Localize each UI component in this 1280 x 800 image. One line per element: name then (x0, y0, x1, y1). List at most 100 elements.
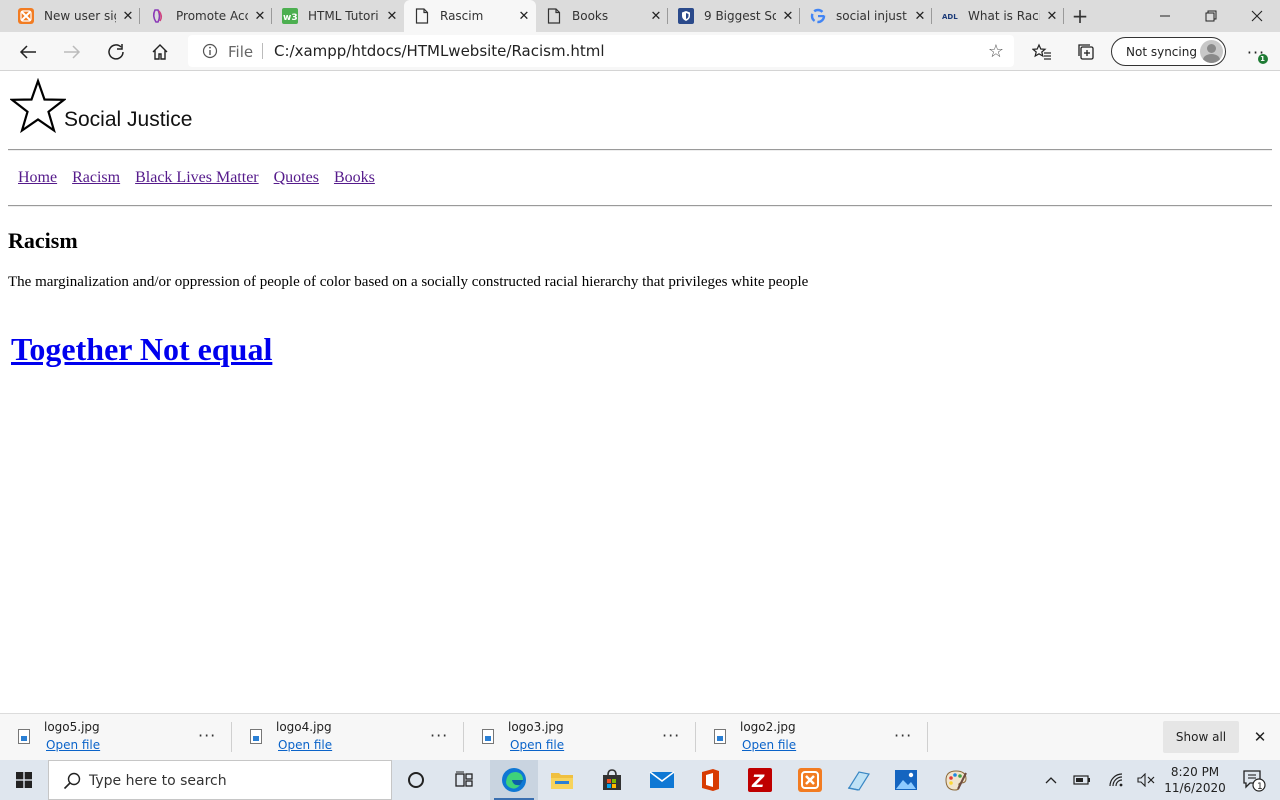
tab-close-icon[interactable]: ✕ (380, 4, 404, 28)
cortana-button[interactable] (392, 760, 440, 800)
shield-icon (678, 8, 694, 24)
refresh-icon (108, 44, 124, 60)
nav-link-home[interactable]: Home (18, 169, 57, 187)
system-clock[interactable]: 8:20 PM 11/6/2020 (1158, 764, 1232, 796)
taskbar-photos[interactable] (882, 760, 930, 800)
tab-title: New user sign (44, 9, 116, 23)
action-center-button[interactable]: 1 (1234, 760, 1274, 800)
volume-button[interactable] (1134, 760, 1158, 800)
tab-close-icon[interactable]: ✕ (776, 4, 800, 28)
info-icon[interactable] (202, 43, 218, 62)
start-button[interactable] (0, 760, 48, 800)
minimize-icon (1160, 15, 1170, 17)
new-tab-button[interactable]: + (1068, 4, 1092, 28)
profile-sync-button[interactable]: Not syncing (1111, 37, 1226, 66)
task-view-button[interactable] (440, 760, 488, 800)
download-more-icon[interactable]: ··· (662, 726, 680, 745)
show-hidden-icons-button[interactable] (1040, 760, 1062, 800)
nav-link-racism[interactable]: Racism (72, 169, 120, 187)
tab-html-tutorial[interactable]: w3 HTML Tutori ✕ (272, 0, 404, 32)
adl-icon: ADL (942, 8, 958, 24)
image-file-icon (482, 729, 494, 744)
refresh-button[interactable] (100, 36, 132, 68)
page-icon (414, 8, 430, 24)
add-favorite-star-icon[interactable]: ☆ (988, 41, 1004, 62)
tab-what-is-racism[interactable]: ADL What is Raci ✕ (932, 0, 1064, 32)
battery-button[interactable] (1070, 760, 1094, 800)
address-bar[interactable]: File C:/xampp/htdocs/HTMLwebsite/Racism.… (188, 35, 1014, 67)
tab-close-icon[interactable]: ✕ (644, 4, 668, 28)
taskbar-filezilla[interactable]: Z (736, 760, 784, 800)
download-bar: logo5.jpg Open file ··· logo4.jpg Open f… (0, 713, 1280, 760)
download-item[interactable]: logo2.jpg Open file ··· (696, 714, 928, 760)
download-item[interactable]: logo3.jpg Open file ··· (464, 714, 696, 760)
taskbar-paint[interactable] (932, 760, 980, 800)
nav-link-books[interactable]: Books (334, 169, 375, 187)
taskbar-file-explorer[interactable] (538, 760, 586, 800)
taskbar-mail[interactable] (638, 760, 686, 800)
tab-promote-account[interactable]: Promote Acc ✕ (140, 0, 272, 32)
cortana-circle-icon (408, 772, 424, 788)
favorites-button[interactable] (1026, 36, 1058, 68)
taskbar-notepad[interactable] (834, 760, 882, 800)
tab-close-icon[interactable]: ✕ (908, 4, 932, 28)
web-page: Social Justice Home Racism Black Lives M… (0, 71, 1280, 713)
download-item[interactable]: logo4.jpg Open file ··· (232, 714, 464, 760)
taskbar-search-box[interactable]: Type here to search (48, 760, 392, 800)
search-icon (63, 772, 81, 793)
taskbar-store[interactable] (588, 760, 636, 800)
close-window-button[interactable] (1234, 0, 1280, 32)
header-divider (8, 149, 1272, 151)
back-arrow-icon (19, 45, 36, 59)
url-text[interactable]: C:/xampp/htdocs/HTMLwebsite/Racism.html (274, 42, 605, 60)
open-file-link[interactable]: Open file (742, 738, 796, 752)
tab-books[interactable]: Books ✕ (536, 0, 668, 32)
download-item[interactable]: logo5.jpg Open file ··· (0, 714, 232, 760)
task-view-icon (455, 771, 473, 787)
download-more-icon[interactable]: ··· (894, 726, 912, 745)
nav-link-black-lives-matter[interactable]: Black Lives Matter (135, 169, 259, 187)
download-more-icon[interactable]: ··· (198, 726, 216, 745)
download-filename: logo2.jpg (740, 720, 796, 734)
show-all-downloads-button[interactable]: Show all (1163, 721, 1239, 753)
together-not-equal-link[interactable]: Together Not equal (11, 331, 272, 368)
open-file-link[interactable]: Open file (46, 738, 100, 752)
image-file-icon (714, 729, 726, 744)
search-placeholder: Type here to search (89, 773, 227, 789)
taskbar-office[interactable] (686, 760, 734, 800)
tab-9-biggest[interactable]: 9 Biggest Soc ✕ (668, 0, 800, 32)
tab-close-icon[interactable]: ✕ (248, 4, 272, 28)
open-file-link[interactable]: Open file (510, 738, 564, 752)
close-icon (1251, 10, 1263, 22)
tab-close-icon[interactable]: ✕ (512, 4, 536, 28)
nav-link-quotes[interactable]: Quotes (274, 169, 319, 187)
nav-divider (8, 205, 1272, 207)
photos-icon (895, 770, 917, 790)
notepad-icon (847, 771, 870, 791)
close-download-bar-icon[interactable]: ✕ (1248, 725, 1272, 749)
forward-button[interactable] (56, 36, 88, 68)
tab-close-icon[interactable]: ✕ (1040, 4, 1064, 28)
tab-title: Rascim (440, 9, 484, 23)
tab-social-injustice[interactable]: social injusti ✕ (800, 0, 932, 32)
site-nav: Home Racism Black Lives Matter Quotes Bo… (18, 169, 375, 187)
tab-rascim[interactable]: Rascim ✕ (404, 0, 536, 32)
settings-more-button[interactable]: ··· 1 (1240, 36, 1272, 68)
restore-button[interactable] (1188, 0, 1234, 32)
clock-date: 11/6/2020 (1164, 781, 1226, 795)
network-button[interactable] (1104, 760, 1128, 800)
tab-close-icon[interactable]: ✕ (116, 4, 140, 28)
download-more-icon[interactable]: ··· (430, 726, 448, 745)
home-button[interactable] (144, 36, 176, 68)
tab-divider (1063, 8, 1064, 24)
download-filename: logo3.jpg (508, 720, 564, 734)
tab-new-user-signup[interactable]: New user sign ✕ (8, 0, 140, 32)
back-button[interactable] (12, 36, 44, 68)
mail-icon (649, 771, 675, 788)
open-file-link[interactable]: Open file (278, 738, 332, 752)
taskbar-edge[interactable] (490, 760, 538, 800)
taskbar-xampp[interactable] (786, 760, 834, 800)
clock-time: 8:20 PM (1170, 765, 1220, 779)
collections-button[interactable] (1070, 36, 1102, 68)
minimize-button[interactable] (1142, 0, 1188, 32)
